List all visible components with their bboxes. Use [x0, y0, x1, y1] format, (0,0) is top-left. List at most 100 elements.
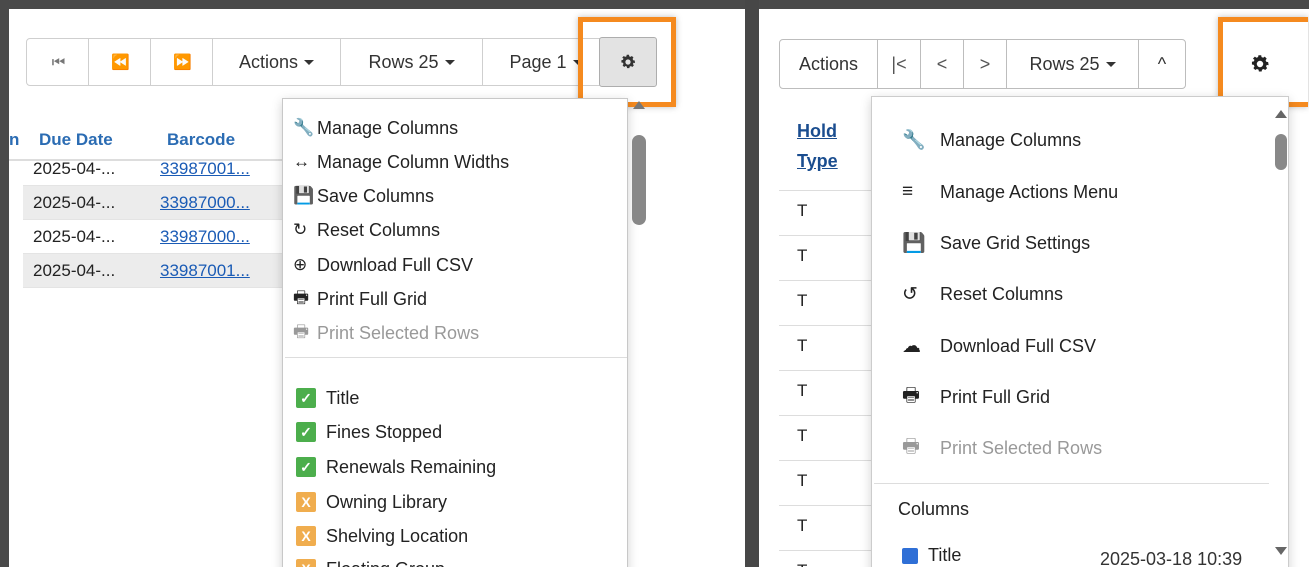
table-row[interactable]: T — [779, 505, 879, 550]
checkbox-checked-icon: ✓ — [296, 422, 316, 442]
scroll-thumb[interactable] — [632, 135, 646, 225]
chevron-down-icon — [304, 59, 315, 65]
column-toggle-owning-library[interactable]: X Owning Library — [296, 487, 447, 517]
column-toggle-renewals-remaining[interactable]: ✓ Renewals Remaining — [296, 452, 496, 482]
table-row[interactable]: T — [779, 280, 879, 325]
column-header[interactable]: n — [9, 130, 19, 150]
menu-item-download-csv[interactable]: ☁ Download Full CSV — [902, 331, 1096, 361]
print-icon: 🖶 — [902, 385, 920, 406]
menu-item-manage-columns[interactable]: 🔧 Manage Columns — [293, 113, 458, 143]
menu-lines-icon: ≡ — [902, 181, 914, 202]
barcode-link[interactable]: 33987001... — [160, 261, 250, 281]
menu-item-label: Download Full CSV — [317, 254, 474, 275]
first-page-button[interactable]: ⏮ — [27, 39, 89, 85]
column-header-due-date[interactable]: Due Date — [39, 130, 113, 150]
prev-page-button[interactable]: ⏪ — [89, 39, 151, 85]
prev-page-icon: < — [936, 53, 948, 74]
scroll-down-icon[interactable] — [1275, 547, 1287, 555]
hold-type-cell: T — [797, 561, 807, 567]
column-header-barcode[interactable]: Barcode — [167, 130, 235, 150]
menu-item-label: Save Columns — [317, 185, 435, 206]
column-toggle-shelving-location[interactable]: X Shelving Location — [296, 521, 468, 551]
wrench-icon: 🔧 — [902, 130, 926, 151]
due-date-cell: 2025-04-... — [33, 193, 116, 212]
menu-item-print-selected-rows[interactable]: 🖶 Print Selected Rows — [902, 433, 1102, 463]
hold-type-cell: T — [797, 291, 808, 310]
column-toggle-label: Shelving Location — [326, 525, 469, 546]
menu-item-manage-column-widths[interactable]: ↔ Manage Column Widths — [293, 147, 509, 177]
barcode-link[interactable]: 33987001... — [160, 159, 250, 179]
hold-type-cell: T — [797, 471, 808, 490]
arrows-horizontal-icon: ↔ — [293, 152, 310, 171]
table-row[interactable]: T — [779, 325, 879, 370]
menu-divider — [874, 483, 1269, 484]
actions-button[interactable]: Actions — [780, 40, 878, 88]
column-header-hold-type[interactable]: Hold Type — [779, 108, 879, 188]
barcode-link[interactable]: 33987000... — [160, 193, 250, 213]
menu-item-download-csv[interactable]: ⊕ Download Full CSV — [293, 250, 473, 280]
menu-scrollbar[interactable] — [631, 101, 647, 567]
menu-item-label: Print Full Grid — [940, 386, 1051, 407]
table-row[interactable]: 2025-04-... 33987001... — [23, 152, 289, 186]
column-toggle-floating-group[interactable]: X Floating Group — [296, 554, 445, 567]
menu-item-reset-columns[interactable]: ↺ Reset Columns — [902, 279, 1063, 309]
column-toggle-title[interactable]: ✓ Title — [296, 383, 359, 413]
actions-dropdown[interactable]: Actions — [213, 39, 341, 85]
table-row[interactable]: 2025-04-... 33987000... — [23, 220, 289, 254]
menu-item-label: Print Selected Rows — [940, 437, 1103, 458]
prev-page-button[interactable]: < — [921, 40, 964, 88]
column-toggle-label: Fines Stopped — [326, 421, 443, 442]
hold-type-cell: T — [797, 426, 808, 445]
menu-item-reset-columns[interactable]: ↻ Reset Columns — [293, 215, 440, 245]
hold-type-cell: T — [797, 246, 808, 265]
header-line: Hold — [797, 121, 837, 141]
rows-dropdown[interactable]: Rows 25 — [341, 39, 483, 85]
page-label: Page 1 — [509, 51, 567, 72]
table-row[interactable]: T — [779, 415, 879, 460]
menu-item-print-selected-rows[interactable]: 🖶 Print Selected Rows — [293, 318, 479, 348]
next-page-button[interactable]: > — [964, 40, 1007, 88]
menu-item-save-columns[interactable]: 💾 Save Columns — [293, 181, 434, 211]
menu-item-manage-columns[interactable]: 🔧 Manage Columns — [902, 125, 1081, 155]
column-toggle-label: Owning Library — [326, 491, 448, 512]
table-row[interactable]: 2025-04-... 33987001... — [23, 254, 289, 288]
menu-item-label: Print Selected Rows — [317, 322, 480, 343]
menu-scrollbar[interactable] — [1273, 110, 1289, 567]
table-row[interactable]: T — [779, 370, 879, 415]
column-toggle-label: Renewals Remaining — [326, 456, 497, 477]
scroll-up-icon[interactable] — [1275, 110, 1287, 118]
column-toggle-title[interactable]: Title — [902, 545, 961, 566]
menu-item-print-full-grid[interactable]: 🖶 Print Full Grid — [902, 382, 1050, 412]
menu-divider — [285, 357, 627, 358]
first-page-icon: ⏮ — [51, 53, 65, 71]
next-page-button[interactable]: ⏩ — [151, 39, 213, 85]
checkbox-unchecked-icon: X — [296, 559, 316, 567]
due-date-cell: 2025-04-... — [33, 261, 116, 280]
table-row[interactable]: 2025-04-... 33987000... — [23, 186, 289, 220]
highlight-box — [578, 17, 676, 107]
print-icon: 🖶 — [293, 321, 310, 341]
menu-item-label: Manage Actions Menu — [940, 181, 1119, 202]
table-row[interactable]: T — [779, 190, 879, 235]
collapse-button[interactable]: ^ — [1139, 40, 1185, 88]
print-icon: 🖶 — [293, 287, 310, 307]
table-row[interactable]: T — [779, 235, 879, 280]
scroll-thumb[interactable] — [1275, 134, 1287, 170]
rows-label: Rows 25 — [368, 51, 439, 72]
barcode-link[interactable]: 33987000... — [160, 227, 250, 247]
column-toggle-fines-stopped[interactable]: ✓ Fines Stopped — [296, 417, 442, 447]
hold-type-cell: T — [797, 201, 808, 220]
scroll-up-icon[interactable] — [633, 101, 645, 109]
menu-item-save-grid-settings[interactable]: 💾 Save Grid Settings — [902, 228, 1090, 258]
actions-label: Actions — [238, 51, 299, 72]
rows-dropdown[interactable]: Rows 25 — [1007, 40, 1139, 88]
next-page-icon: ⏩ — [173, 54, 192, 71]
column-toggle-label: Title — [928, 545, 962, 565]
table-row[interactable]: T — [779, 550, 879, 567]
menu-item-manage-actions-menu[interactable]: ≡ Manage Actions Menu — [902, 177, 1118, 207]
cloud-download-icon: ☁ — [902, 335, 921, 357]
first-page-button[interactable]: |< — [878, 40, 921, 88]
table-row[interactable]: T — [779, 460, 879, 505]
next-page-icon: > — [979, 53, 991, 74]
menu-item-print-full-grid[interactable]: 🖶 Print Full Grid — [293, 284, 427, 314]
